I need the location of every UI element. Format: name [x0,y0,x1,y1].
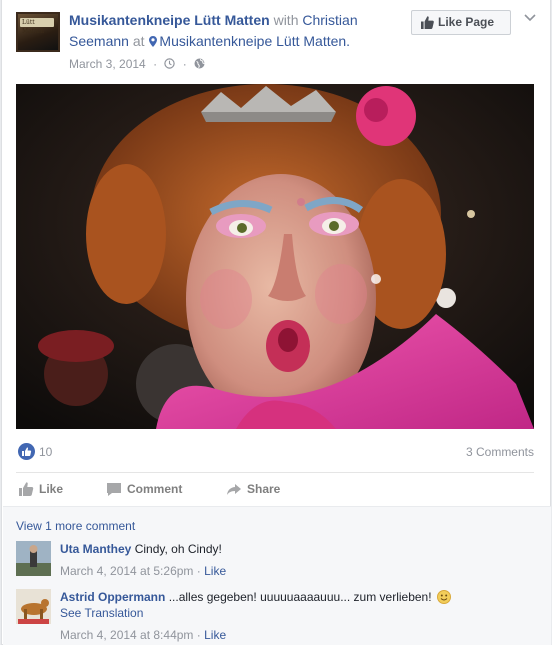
view-more-comments-link[interactable]: View 1 more comment [16,519,135,533]
post-date[interactable]: March 3, 2014 [69,57,146,71]
post-photo[interactable] [16,84,534,429]
thumbs-up-icon [421,16,434,29]
comments-section: View 1 more comment Uta Manthey Cindy, o… [3,506,551,645]
page-name-link[interactable]: Musikantenkneipe Lütt Matten [69,12,270,28]
like-reaction-icon [18,443,35,460]
clock-icon [164,58,176,69]
comment-text: Cindy, oh Cindy! [134,542,222,556]
like-page-label: Like Page [438,15,495,29]
globe-icon[interactable] [194,58,205,69]
see-translation-link[interactable]: See Translation [60,605,530,621]
like-button[interactable]: Like [18,481,63,497]
comment-count[interactable]: 3 Comments [466,445,534,459]
comment-time[interactable]: March 4, 2014 at 5:26pm [60,564,193,578]
page-avatar[interactable]: Lütt Matten [16,12,60,52]
post-meta: March 3, 2014 · · [69,57,205,71]
comment-button[interactable]: Comment [106,481,182,497]
comment-time[interactable]: March 4, 2014 at 8:44pm [60,628,193,642]
like-page-button[interactable]: Like Page [411,10,511,35]
comment-text: ...alles gegeben! uuuuuaaaauuu... zum ve… [168,590,432,604]
divider [16,472,534,473]
commenter-name[interactable]: Astrid Oppermann [60,590,165,604]
like-count[interactable]: 10 [39,445,52,459]
comment-like-link[interactable]: Like [204,564,226,578]
commenter-avatar[interactable] [16,589,51,624]
post-author-line: Musikantenkneipe Lütt Matten with Christ… [69,10,399,52]
commenter-name[interactable]: Uta Manthey [60,542,131,556]
post-actions: Like Comment Share [16,475,534,505]
chevron-down-icon[interactable] [524,14,536,22]
location-link[interactable]: Musikantenkneipe Lütt Matten. [159,33,350,49]
comment-like-link[interactable]: Like [204,628,226,642]
share-button[interactable]: Share [226,481,280,497]
at-text: at [132,33,145,49]
share-arrow-icon [227,484,241,495]
smiley-emoji-icon [436,590,451,604]
map-pin-icon [149,36,158,47]
photo-image [16,84,534,429]
thumbs-up-icon [19,482,34,496]
post-card: Lütt Matten Musikantenkneipe Lütt Matten… [1,0,551,645]
post-header: Lütt Matten Musikantenkneipe Lütt Matten… [16,10,536,76]
with-text: with [273,12,299,28]
post-stats: 10 3 Comments [16,441,534,465]
comment-bubble-icon [107,483,121,496]
commenter-avatar[interactable] [16,541,51,576]
